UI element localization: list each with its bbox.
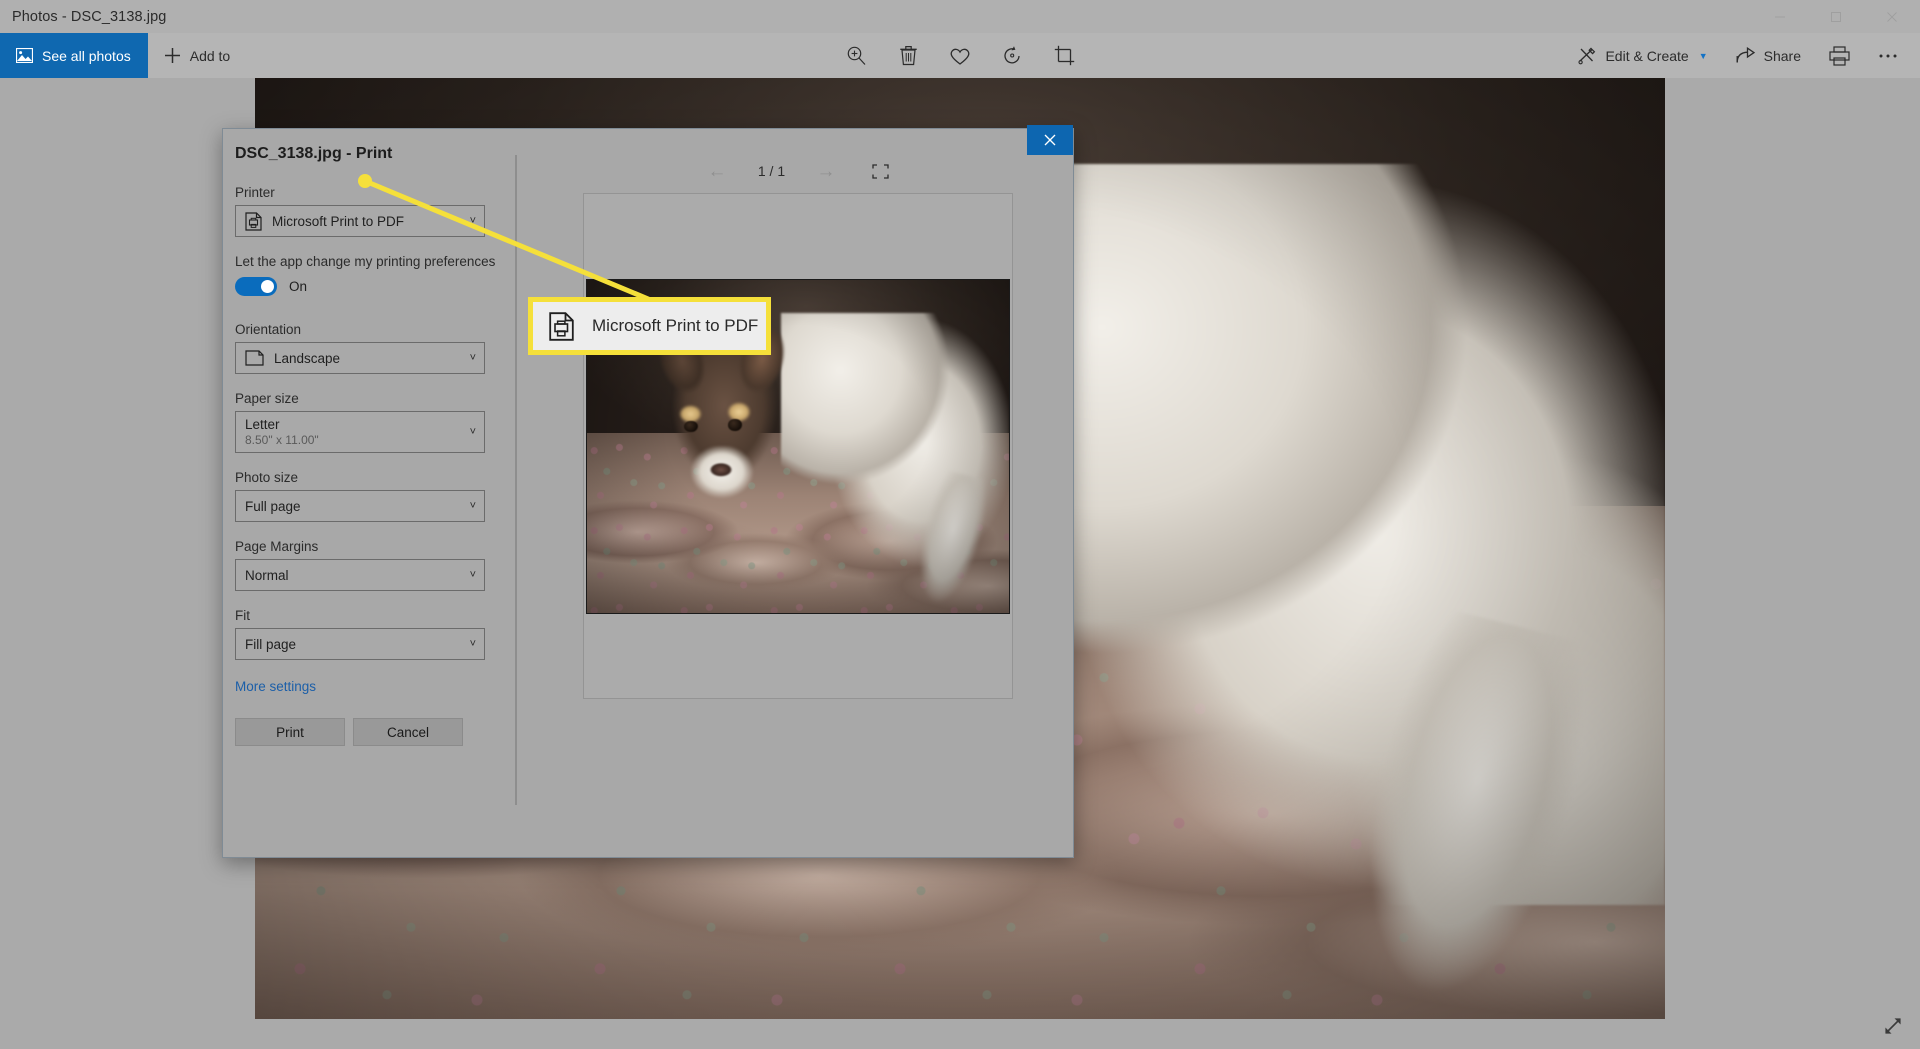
paper-size-select[interactable]: Letter 8.50" x 11.00" ˅ <box>235 411 485 453</box>
print-confirm-button[interactable]: Print <box>235 718 345 746</box>
command-bar: See all photos Add to Edit & Create ▼ Sh… <box>0 33 1920 78</box>
see-all-photos-label: See all photos <box>42 47 131 64</box>
add-to-button[interactable]: Add to <box>148 33 248 78</box>
fit-select[interactable]: Fill page ˅ <box>235 628 485 660</box>
callout-box: Microsoft Print to PDF <box>528 297 771 355</box>
rotate-icon[interactable] <box>991 33 1033 78</box>
print-preview-pane: ← 1 / 1 → <box>523 129 1073 857</box>
center-tool-group <box>835 33 1085 78</box>
title-bar: Photos - DSC_3138.jpg <box>0 0 1920 33</box>
photos-app-window: Photos - DSC_3138.jpg See all photos Add… <box>0 0 1920 1049</box>
see-all-photos-button[interactable]: See all photos <box>0 33 148 78</box>
photo-size-label: Photo size <box>235 470 299 485</box>
right-tool-group: Edit & Create ▼ Share <box>1564 33 1912 78</box>
callout-label: Microsoft Print to PDF <box>592 316 759 335</box>
edit-create-icon <box>1578 46 1597 65</box>
printer-label: Printer <box>235 185 275 200</box>
printing-preferences-group: Let the app change my printing preferenc… <box>235 254 523 296</box>
settings-scrollbar[interactable] <box>515 155 517 805</box>
paper-size-value: Letter <box>245 417 280 432</box>
share-icon <box>1736 47 1756 64</box>
dialog-action-buttons: Print Cancel <box>235 718 523 746</box>
landscape-page-icon <box>245 350 264 366</box>
fit-label: Fit <box>235 608 250 623</box>
delete-icon[interactable] <box>887 33 929 78</box>
orientation-label: Orientation <box>235 322 302 337</box>
maximize-button[interactable] <box>1808 0 1864 33</box>
toggle-state-label: On <box>289 279 308 294</box>
more-settings-link[interactable]: More settings <box>235 679 316 694</box>
edit-and-create-button[interactable]: Edit & Create ▼ <box>1564 33 1721 78</box>
photo-size-field-group: Photo size Full page ˅ <box>235 470 523 522</box>
expand-diagonal-icon[interactable] <box>1878 1011 1908 1041</box>
more-ellipsis-icon[interactable] <box>1864 33 1912 78</box>
page-indicator: 1 / 1 <box>757 163 786 179</box>
chevron-down-icon: ˅ <box>469 569 476 581</box>
plus-icon <box>164 47 181 64</box>
fit-to-screen-icon[interactable] <box>871 163 889 179</box>
crop-icon[interactable] <box>1043 33 1085 78</box>
window-title: Photos - DSC_3138.jpg <box>12 8 167 25</box>
fit-value: Fill page <box>245 636 297 652</box>
photos-library-icon <box>16 48 33 63</box>
print-to-pdf-icon <box>549 311 574 341</box>
chevron-down-icon: ▼ <box>1698 50 1708 61</box>
edit-and-create-label: Edit & Create <box>1605 47 1689 64</box>
paper-size-dimensions: 8.50" x 11.00" <box>245 433 319 447</box>
print-dialog: DSC_3138.jpg - Print Printer Microsoft P… <box>222 125 1074 858</box>
paper-size-field-group: Paper size Letter 8.50" x 11.00" ˅ <box>235 391 523 453</box>
page-margins-value: Normal <box>245 567 289 583</box>
dialog-title: DSC_3138.jpg - Print <box>235 145 393 162</box>
print-icon <box>1829 45 1850 66</box>
print-to-pdf-icon <box>245 211 262 231</box>
window-controls <box>1752 0 1920 33</box>
previous-page-button[interactable]: ← <box>708 162 727 181</box>
print-preview-sheet <box>583 193 1013 699</box>
print-button[interactable] <box>1815 33 1864 78</box>
page-margins-field-group: Page Margins Normal ˅ <box>235 539 523 591</box>
close-window-button[interactable] <box>1864 0 1920 33</box>
chevron-down-icon: ˅ <box>469 426 476 438</box>
close-dialog-button[interactable] <box>1027 125 1073 155</box>
chevron-down-icon: ˅ <box>469 500 476 512</box>
page-navigation: ← 1 / 1 → <box>708 159 889 183</box>
cancel-button[interactable]: Cancel <box>353 718 463 746</box>
minimize-button[interactable] <box>1752 0 1808 33</box>
favorite-heart-icon[interactable] <box>939 33 981 78</box>
chevron-down-icon: ˅ <box>469 352 476 364</box>
zoom-icon[interactable] <box>835 33 877 78</box>
chevron-down-icon: ˅ <box>469 215 476 227</box>
share-label: Share <box>1763 47 1801 64</box>
photo-size-select[interactable]: Full page ˅ <box>235 490 485 522</box>
add-to-label: Add to <box>189 47 231 64</box>
paper-size-label: Paper size <box>235 391 299 406</box>
page-margins-select[interactable]: Normal ˅ <box>235 559 485 591</box>
orientation-value: Landscape <box>274 350 341 366</box>
chevron-down-icon: ˅ <box>469 638 476 650</box>
orientation-field-group: Orientation Landscape ˅ <box>235 322 523 374</box>
next-page-button[interactable]: → <box>817 162 836 181</box>
print-settings-pane: DSC_3138.jpg - Print Printer Microsoft P… <box>223 129 523 857</box>
printer-select[interactable]: Microsoft Print to PDF ˅ <box>235 205 485 237</box>
printing-preferences-label: Let the app change my printing preferenc… <box>235 254 496 269</box>
printer-field-group: Printer Microsoft Print to PDF ˅ <box>235 185 523 237</box>
fit-field-group: Fit Fill page ˅ <box>235 608 523 660</box>
printing-preferences-toggle-row: On <box>235 277 523 296</box>
printing-preferences-toggle[interactable] <box>235 277 277 296</box>
page-margins-label: Page Margins <box>235 539 319 554</box>
orientation-select[interactable]: Landscape ˅ <box>235 342 485 374</box>
share-button[interactable]: Share <box>1722 33 1815 78</box>
printer-value: Microsoft Print to PDF <box>272 213 405 229</box>
photo-size-value: Full page <box>245 498 301 514</box>
